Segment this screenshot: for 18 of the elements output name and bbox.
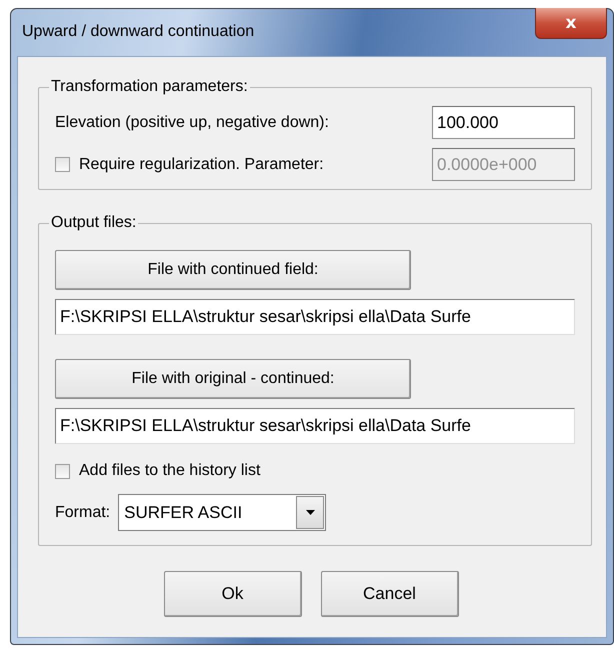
- path-field[interactable]: F:\SKRIPSI ELLA\struktur sesar\skripsi ella\Data Surfe: [55, 299, 575, 335]
- format-label: Format:: [55, 504, 110, 522]
- group-legend: Output files:: [49, 214, 138, 232]
- format-dropdown[interactable]: SURFER ASCII: [118, 494, 326, 531]
- checkbox[interactable]: [55, 157, 70, 172]
- elevation-field[interactable]: 100.000: [432, 106, 575, 139]
- file-button[interactable]: File with original - continued:: [55, 359, 411, 399]
- cancel-button[interactable]: Cancel: [320, 571, 458, 617]
- checkbox[interactable]: [55, 464, 70, 478]
- regularization-label: Require regularization. Parameter:: [79, 156, 324, 174]
- close-button[interactable]: x: [535, 8, 607, 39]
- file-button[interactable]: File with continued field:: [55, 250, 411, 290]
- group-legend: Transformation parameters:: [49, 78, 250, 96]
- path-field[interactable]: F:\SKRIPSI ELLA\struktur sesar\skripsi ella\Data Surfe: [55, 408, 575, 444]
- history-label: Add files to the history list: [79, 462, 260, 480]
- ok-button[interactable]: Ok: [164, 571, 302, 617]
- elevation-label: Elevation (positive up, negative down):: [55, 114, 329, 132]
- window-title: Upward / downward continuation: [22, 23, 254, 41]
